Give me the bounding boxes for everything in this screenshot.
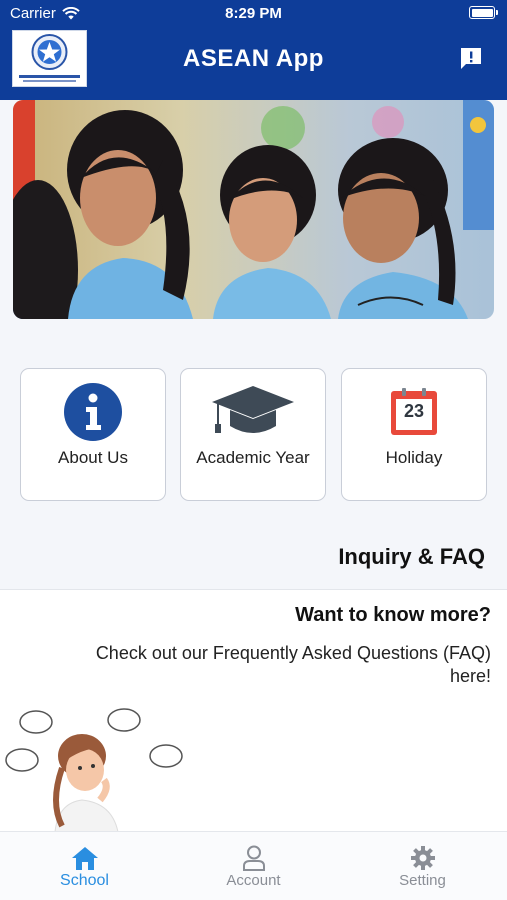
tab-school[interactable]: School bbox=[0, 832, 169, 900]
clock: 8:29 PM bbox=[225, 5, 282, 22]
thinking-girl-illustration bbox=[0, 708, 190, 831]
faq-card[interactable]: Want to know more? Check out our Frequen… bbox=[0, 589, 507, 831]
faq-description: Check out our Frequently Asked Questions… bbox=[95, 643, 491, 686]
home-icon bbox=[71, 847, 98, 870]
faq-heading: Want to know more? bbox=[295, 604, 491, 626]
calendar-day: 23 bbox=[403, 401, 425, 421]
tab-account[interactable]: Account bbox=[169, 832, 338, 900]
tab-setting-label: Setting bbox=[399, 872, 446, 889]
tab-school-label: School bbox=[60, 872, 109, 889]
app-title: ASEAN App bbox=[183, 45, 324, 72]
tab-setting[interactable]: Setting bbox=[338, 832, 507, 900]
graduation-cap-icon bbox=[212, 386, 294, 433]
calendar-icon: 23 bbox=[389, 387, 439, 437]
battery-icon bbox=[469, 6, 498, 19]
tab-bar: School Account Setting bbox=[0, 831, 507, 900]
info-icon bbox=[64, 383, 122, 441]
about-us-tile[interactable]: About Us bbox=[20, 368, 166, 501]
user-icon bbox=[242, 845, 265, 871]
inquiry-section-title: Inquiry & FAQ bbox=[338, 544, 485, 569]
academic-year-label: Academic Year bbox=[196, 448, 310, 467]
holiday-tile[interactable]: 23 Holiday bbox=[341, 368, 487, 501]
status-bar: Carrier 8:29 PM bbox=[0, 0, 507, 26]
feedback-icon[interactable] bbox=[459, 46, 483, 70]
academic-year-tile[interactable]: Academic Year bbox=[180, 368, 326, 501]
tab-account-label: Account bbox=[226, 872, 281, 889]
holiday-label: Holiday bbox=[385, 448, 443, 467]
app-header: Carrier 8:29 PM ASEAN App bbox=[0, 0, 507, 100]
about-us-label: About Us bbox=[58, 448, 128, 467]
gear-icon bbox=[410, 846, 435, 870]
students-photo bbox=[13, 100, 494, 319]
